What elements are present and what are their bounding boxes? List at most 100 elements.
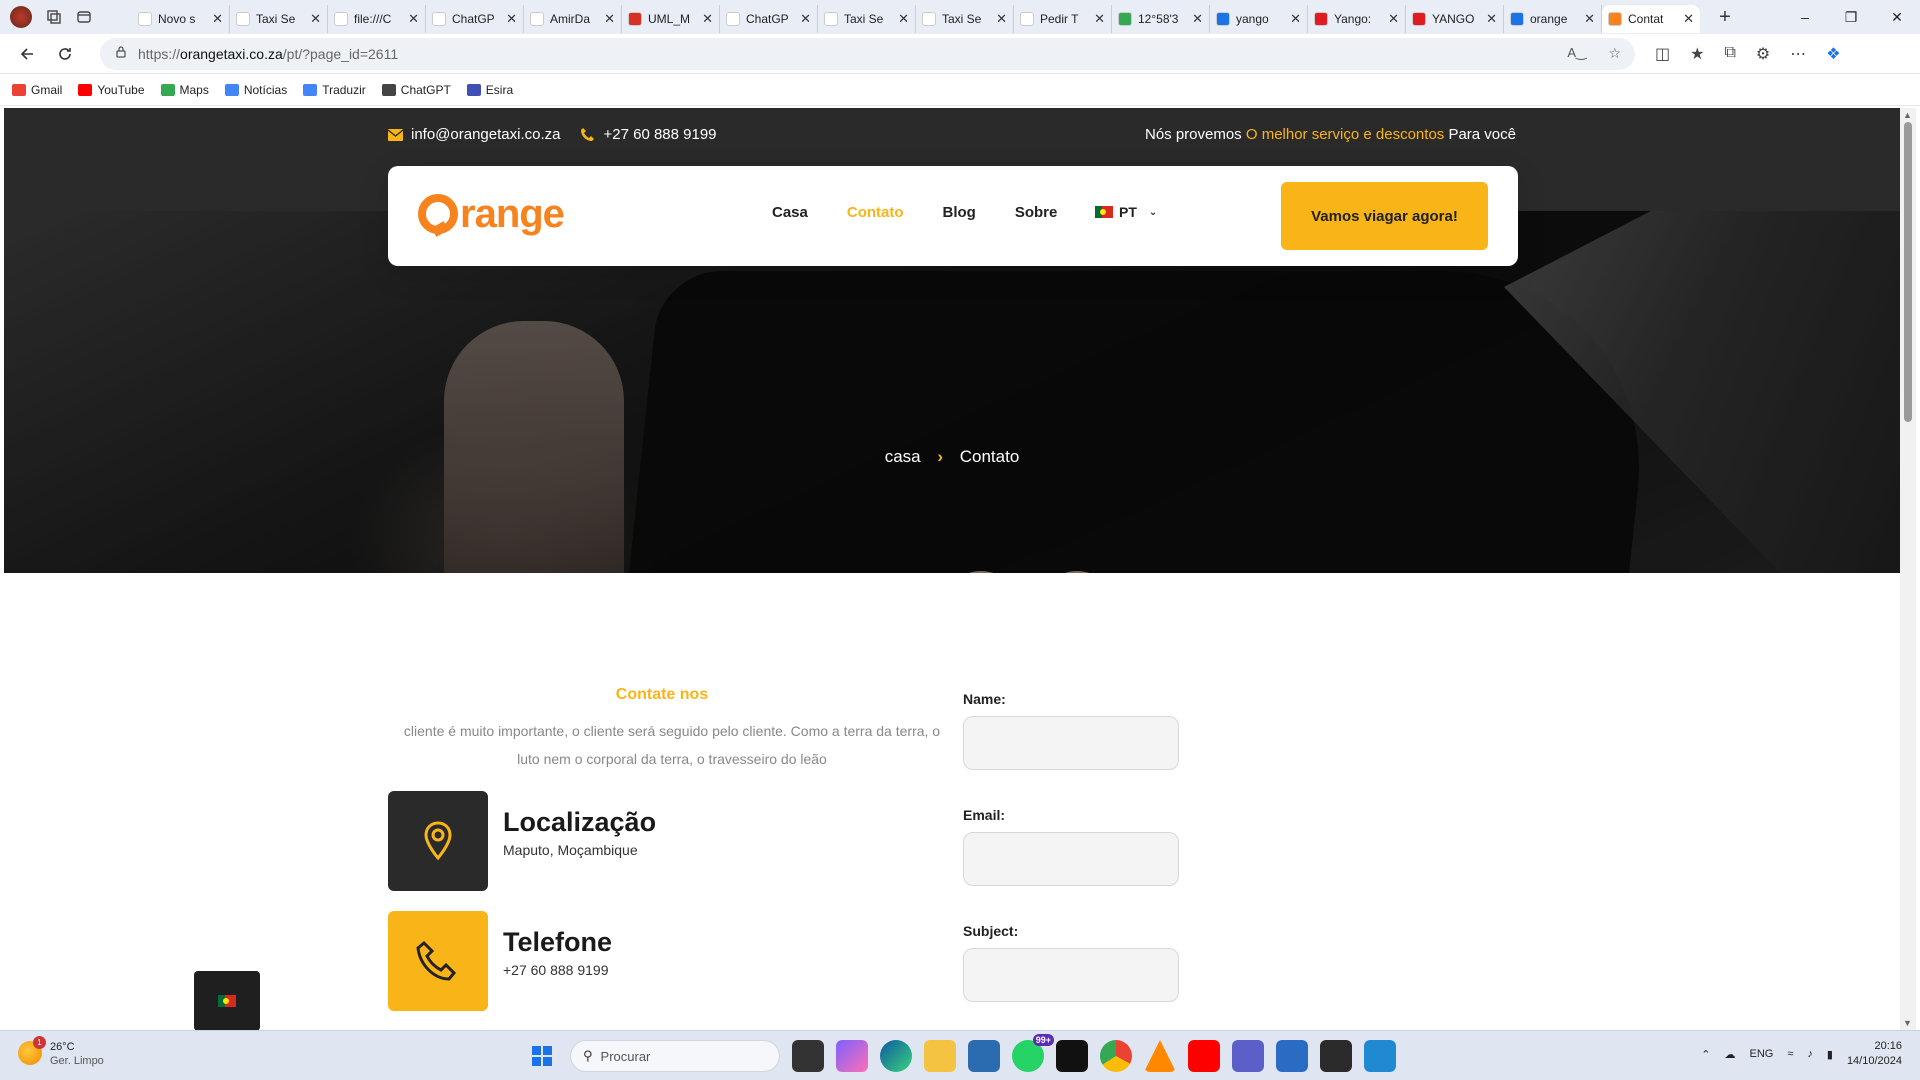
bookmark-icon	[224, 83, 239, 96]
virtualbox-icon[interactable]	[1276, 1040, 1308, 1072]
breadcrumb-home[interactable]: casa	[885, 447, 921, 466]
input-language[interactable]: ENG	[1749, 1048, 1773, 1060]
profile-avatar-icon[interactable]	[10, 6, 32, 28]
favorites-icon[interactable]: ★	[1690, 44, 1704, 64]
battery-icon[interactable]: ▮	[1827, 1048, 1833, 1061]
teams-icon[interactable]	[1232, 1040, 1264, 1072]
name-field[interactable]	[963, 716, 1179, 770]
chrome-icon[interactable]	[1100, 1040, 1132, 1072]
intellij-icon[interactable]	[1056, 1040, 1088, 1072]
subject-field[interactable]	[963, 948, 1179, 1002]
browser-tab[interactable]: Yango: ✕	[1308, 5, 1406, 33]
browser-tab[interactable]: AmirDa ✕	[524, 5, 622, 33]
email-field[interactable]	[963, 832, 1179, 886]
browser-tab[interactable]: Contat ✕	[1602, 5, 1700, 33]
language-selector[interactable]: PT ⌄	[1095, 204, 1157, 220]
browser-tab[interactable]: UML_M ✕	[622, 5, 720, 33]
weather-widget[interactable]: 1 26°C Ger. Limpo	[18, 1036, 104, 1067]
minimize-button[interactable]: –	[1782, 0, 1828, 34]
close-tab-icon[interactable]: ✕	[1388, 11, 1399, 27]
youtube-icon[interactable]	[1188, 1040, 1220, 1072]
url-field[interactable]: https://orangetaxi.co.za/pt/?page_id=261…	[100, 37, 1635, 70]
taskbar-search[interactable]: ⚲ Procurar	[570, 1040, 780, 1072]
windows-start-icon[interactable]	[526, 1040, 558, 1072]
orange-logo[interactable]: range	[418, 194, 565, 234]
file-explorer-icon[interactable]	[924, 1040, 956, 1072]
browser-tab-bar: Novo s ✕ Taxi Se ✕ file:///C ✕ ChatGP ✕ AmirDa ✕ U…	[0, 0, 1920, 34]
task-view-icon[interactable]	[792, 1040, 824, 1072]
bookmark-item[interactable]: Esira	[466, 82, 514, 97]
close-tab-icon[interactable]: ✕	[310, 11, 321, 27]
close-tab-icon[interactable]: ✕	[702, 11, 713, 27]
browser-tab[interactable]: file:///C ✕	[328, 5, 426, 33]
browser-tab[interactable]: Pedir T ✕	[1014, 5, 1112, 33]
restore-button[interactable]: ❐	[1828, 0, 1874, 34]
browser-tab[interactable]: ChatGP ✕	[426, 5, 524, 33]
close-tab-icon[interactable]: ✕	[898, 11, 909, 27]
split-screen-icon[interactable]: ◫	[1655, 44, 1670, 64]
browser-tab[interactable]: Taxi Se ✕	[916, 5, 1014, 33]
workspaces-icon[interactable]	[46, 9, 62, 25]
browser-tab[interactable]: orange ✕	[1504, 5, 1602, 33]
bookmark-item[interactable]: YouTube	[78, 83, 145, 97]
vlc-icon[interactable]	[1144, 1040, 1176, 1072]
extensions-icon[interactable]: ⚙	[1756, 44, 1770, 64]
close-tab-icon[interactable]: ✕	[800, 11, 811, 27]
bookmark-item[interactable]: Traduzir	[303, 83, 366, 97]
menu-item-contato[interactable]: Contato	[847, 204, 904, 221]
browser-tab[interactable]: Taxi Se ✕	[230, 5, 328, 33]
close-tab-icon[interactable]: ✕	[1584, 11, 1595, 27]
close-tab-icon[interactable]: ✕	[1683, 11, 1694, 27]
page-scrollbar[interactable]: ▲ ▼	[1900, 108, 1916, 1030]
terminal-icon[interactable]	[1320, 1040, 1352, 1072]
refresh-button[interactable]	[46, 38, 84, 70]
bookmark-item[interactable]: Maps	[160, 83, 209, 97]
wifi-icon[interactable]: ≈	[1787, 1048, 1793, 1060]
favorite-star-icon[interactable]: ☆	[1608, 45, 1621, 62]
menu-item-sobre[interactable]: Sobre	[1015, 204, 1058, 221]
bookmark-item[interactable]: ChatGPT	[381, 83, 451, 97]
topbar-phone[interactable]: +27 60 888 9199	[580, 126, 717, 143]
menu-item-casa[interactable]: Casa	[772, 204, 808, 221]
bookmark-item[interactable]: Gmail	[12, 83, 62, 97]
language-switcher-widget[interactable]	[194, 971, 260, 1030]
close-tab-icon[interactable]: ✕	[212, 11, 223, 27]
new-tab-button[interactable]: +	[1710, 6, 1740, 29]
close-tab-icon[interactable]: ✕	[506, 11, 517, 27]
collections-icon[interactable]: ⧉	[1724, 44, 1735, 64]
volume-icon[interactable]: ♪	[1807, 1048, 1813, 1060]
onedrive-icon[interactable]: ☁	[1724, 1048, 1735, 1061]
cta-button[interactable]: Vamos viagar agora!	[1281, 182, 1488, 250]
menu-item-blog[interactable]: Blog	[943, 204, 976, 221]
edge-browser-icon[interactable]	[880, 1040, 912, 1072]
topbar-email[interactable]: info@orangetaxi.co.za	[388, 126, 560, 143]
tab-actions-icon[interactable]	[76, 9, 92, 25]
read-aloud-icon[interactable]: A‿	[1567, 45, 1586, 62]
close-tab-icon[interactable]: ✕	[1486, 11, 1497, 27]
close-window-button[interactable]: ✕	[1874, 0, 1920, 34]
browser-tab[interactable]: Novo s ✕	[132, 5, 230, 33]
store-icon[interactable]	[968, 1040, 1000, 1072]
browser-tab[interactable]: 12°58'3 ✕	[1112, 5, 1210, 33]
close-tab-icon[interactable]: ✕	[1192, 11, 1203, 27]
close-tab-icon[interactable]: ✕	[1290, 11, 1301, 27]
close-tab-icon[interactable]: ✕	[1094, 11, 1105, 27]
lock-icon[interactable]	[114, 45, 128, 62]
browser-tab[interactable]: YANGO ✕	[1406, 5, 1504, 33]
chevron-up-icon[interactable]: ⌃	[1701, 1048, 1710, 1061]
browser-tab[interactable]: Taxi Se ✕	[818, 5, 916, 33]
close-tab-icon[interactable]: ✕	[408, 11, 419, 27]
browser-tab[interactable]: yango ✕	[1210, 5, 1308, 33]
whatsapp-icon[interactable]: 99+	[1012, 1034, 1054, 1072]
copilot-taskbar-icon[interactable]	[836, 1040, 868, 1072]
copilot-icon[interactable]: ❖	[1826, 44, 1840, 64]
browser-tab[interactable]: ChatGP ✕	[720, 5, 818, 33]
bookmark-label: Esira	[485, 82, 514, 97]
more-menu-icon[interactable]: ⋯	[1790, 44, 1806, 64]
back-button[interactable]	[8, 38, 46, 70]
close-tab-icon[interactable]: ✕	[604, 11, 615, 27]
bookmark-item[interactable]: Notícias	[224, 83, 287, 97]
vscode-icon[interactable]	[1364, 1040, 1396, 1072]
clock[interactable]: 20:16 14/10/2024	[1847, 1039, 1902, 1069]
close-tab-icon[interactable]: ✕	[996, 11, 1007, 27]
